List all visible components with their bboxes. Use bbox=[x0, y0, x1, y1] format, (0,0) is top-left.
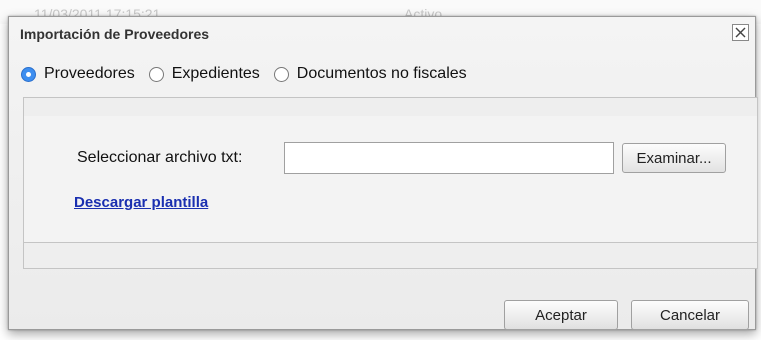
accept-button[interactable]: Aceptar bbox=[504, 300, 618, 330]
radio-button-proveedores[interactable] bbox=[21, 66, 36, 82]
radio-documentos-no-fiscales[interactable]: Documentos no fiscales bbox=[273, 65, 467, 83]
close-icon bbox=[735, 27, 746, 38]
radio-expedientes[interactable]: Expedientes bbox=[148, 65, 260, 83]
dialog-title: Importación de Proveedores bbox=[20, 26, 210, 42]
file-label: Seleccionar archivo txt: bbox=[77, 149, 243, 166]
close-button[interactable] bbox=[732, 24, 749, 41]
radio-proveedores[interactable]: Proveedores bbox=[21, 65, 135, 83]
radio-label-proveedores: Proveedores bbox=[44, 65, 135, 82]
cancel-button[interactable]: Cancelar bbox=[631, 300, 749, 330]
radio-label-documentos-no-fiscales: Documentos no fiscales bbox=[296, 65, 467, 82]
radio-button-documentos-no-fiscales[interactable] bbox=[273, 66, 289, 82]
import-panel: Seleccionar archivo txt: Examinar... Des… bbox=[23, 97, 758, 269]
radio-button-expedientes[interactable] bbox=[148, 66, 164, 82]
file-section: Seleccionar archivo txt: Examinar... Des… bbox=[24, 116, 757, 243]
download-template-link[interactable]: Descargar plantilla bbox=[74, 194, 208, 211]
file-path-input[interactable] bbox=[284, 142, 614, 174]
radio-label-expedientes: Expedientes bbox=[171, 65, 260, 82]
import-dialog: Importación de Proveedores Proveedores E… bbox=[8, 16, 758, 330]
import-type-radio-group: Proveedores Expedientes Documentos no fi… bbox=[21, 62, 481, 86]
browse-button[interactable]: Examinar... bbox=[622, 143, 726, 173]
